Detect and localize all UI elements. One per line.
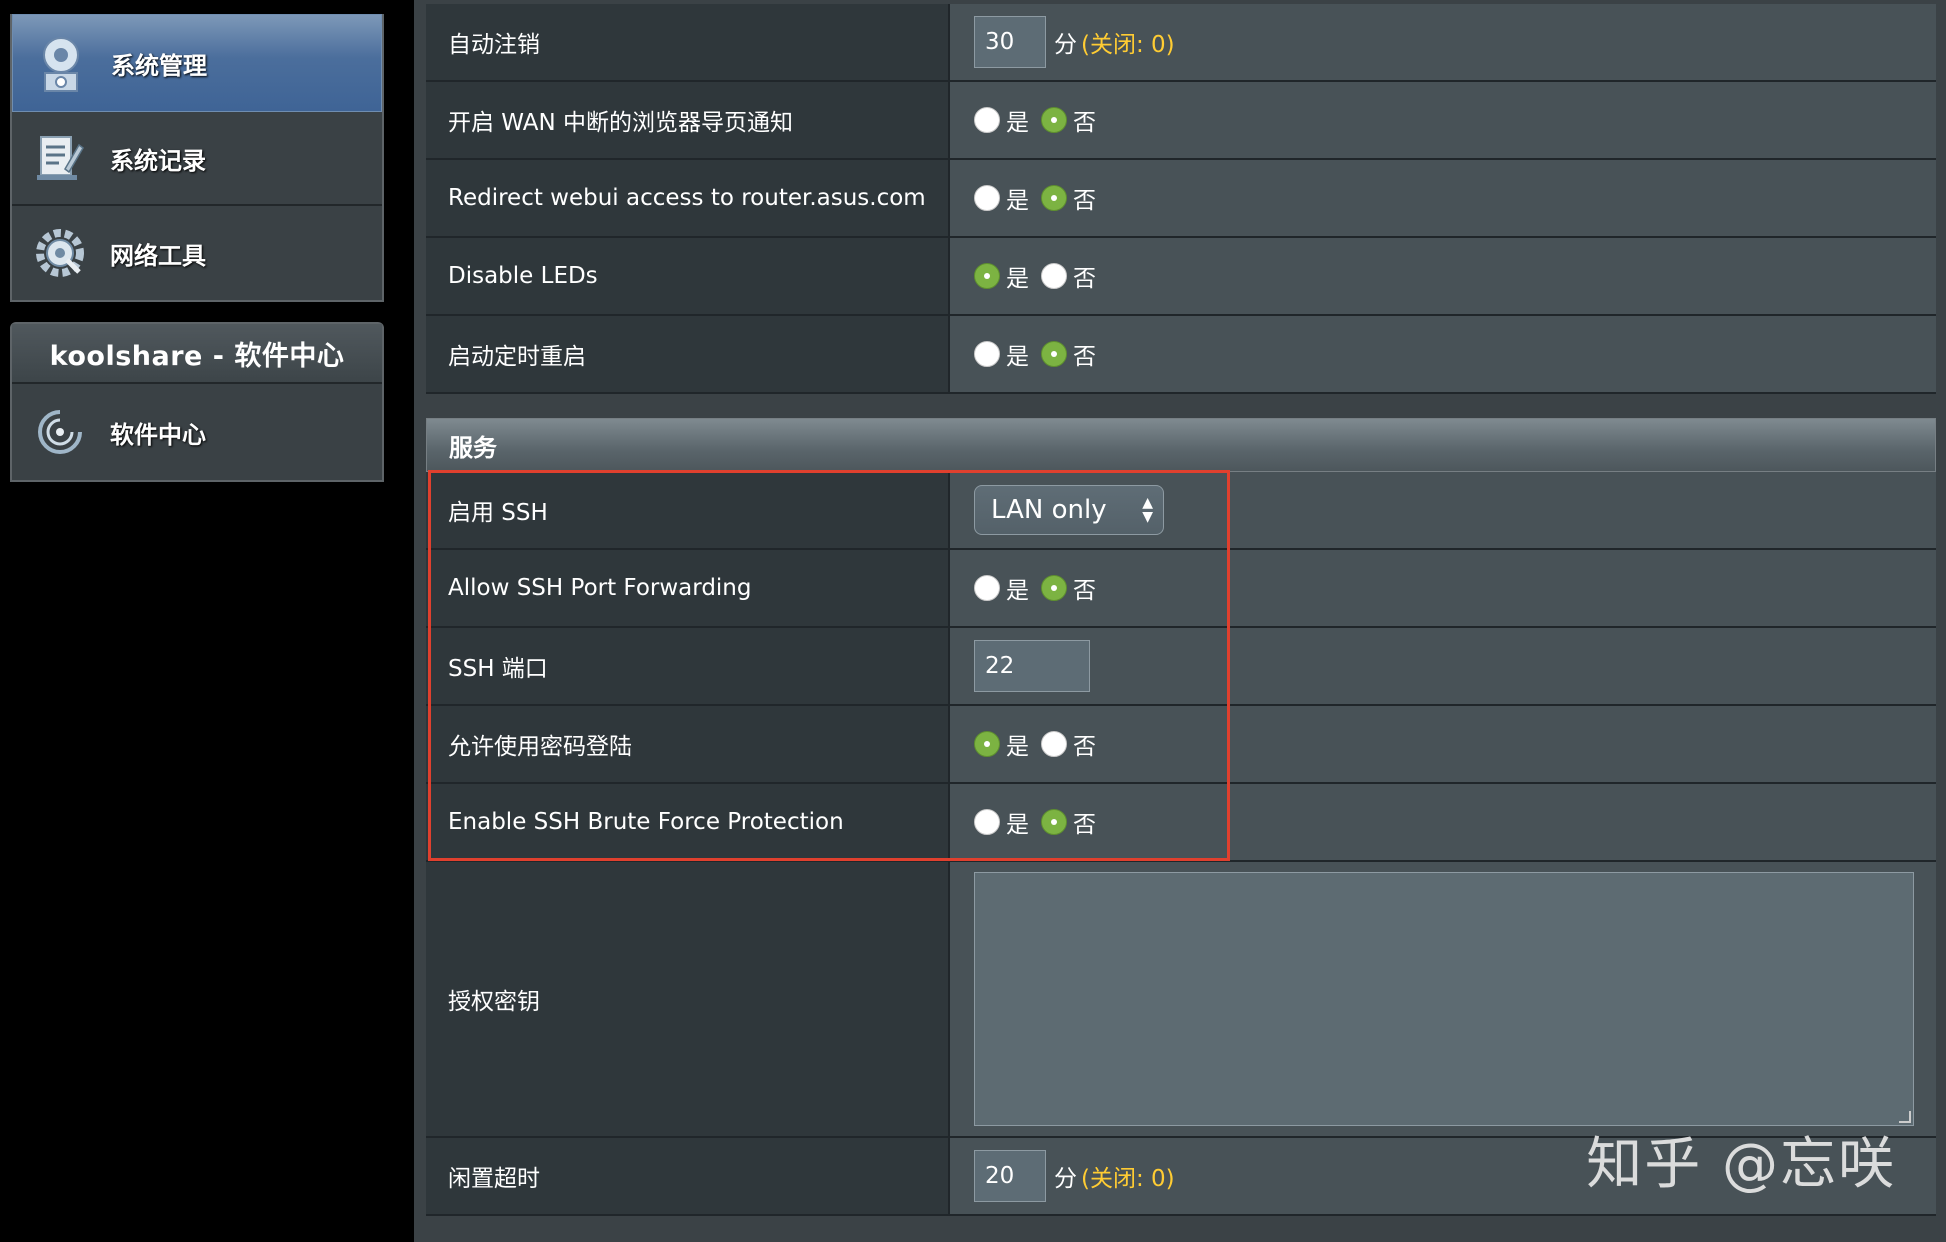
gear-user-icon [31,33,91,93]
idle-timeout-label: 闲置超时 [426,1138,950,1214]
idle-timeout-unit: 分 [1054,1166,1077,1192]
sidebar-item-label: 系统管理 [111,51,207,80]
sidebar-item-label: 软件中心 [110,420,206,449]
system-settings-table: 自动注销 30 分 (关闭: 0) 开启 WAN 中断的浏览器导页通知 是 否 … [426,4,1936,394]
auto-logout-input[interactable]: 30 [974,16,1046,68]
radio-label-yes: 是 [1006,110,1029,136]
row-scheduled-reboot: 启动定时重启 是 否 [426,316,1936,394]
auth-key-textarea[interactable] [974,872,1914,1126]
sidebar: 系统管理 系统记录 网络工具 koolshare - 软件中心 软件中心 [10,0,384,482]
brute-force-no-radio[interactable] [1041,809,1067,835]
redirect-no-radio[interactable] [1041,185,1067,211]
radio-label-no: 否 [1073,344,1096,370]
radio-label-no: 否 [1073,110,1096,136]
sidebar-item-network-tools[interactable]: 网络工具 [12,206,382,300]
koolshare-header: koolshare - 软件中心 [12,324,382,384]
ssh-port-label: SSH 端口 [426,628,950,704]
radio-label-yes: 是 [1006,578,1029,604]
wan-notify-label: 开启 WAN 中断的浏览器导页通知 [426,82,950,158]
sidebar-item-label: 系统记录 [110,146,206,175]
redirect-yes-radio[interactable] [974,185,1000,211]
services-table: 服务 启用 SSH LAN only ▲ ▼ Allow SSH Port For… [426,418,1936,1216]
scheduled-reboot-yes-radio[interactable] [974,341,1000,367]
brute-force-yes-radio[interactable] [974,809,1000,835]
radio-label-no: 否 [1073,578,1096,604]
ssh-port-forwarding-label: Allow SSH Port Forwarding [426,550,950,626]
row-brute-force: Enable SSH Brute Force Protection 是 否 [426,784,1936,862]
idle-timeout-note: (关闭: 0) [1081,1166,1175,1192]
log-icon [30,128,90,188]
row-redirect: Redirect webui access to router.asus.com… [426,160,1936,238]
radio-label-yes: 是 [1006,734,1029,760]
sidebar-item-system-log[interactable]: 系统记录 [12,112,382,206]
auto-logout-note: (关闭: 0) [1081,32,1175,58]
wan-notify-no-radio[interactable] [1041,107,1067,133]
brute-force-label: Enable SSH Brute Force Protection [426,784,950,860]
scheduled-reboot-label: 启动定时重启 [426,316,950,392]
auth-key-label: 授权密钥 [426,862,950,1136]
row-auto-logout: 自动注销 30 分 (关闭: 0) [426,4,1936,82]
password-login-yes-radio[interactable] [974,731,1000,757]
settings-panel: 自动注销 30 分 (关闭: 0) 开启 WAN 中断的浏览器导页通知 是 否 … [414,0,1946,1242]
enable-ssh-select[interactable]: LAN only ▲ ▼ [974,485,1164,535]
disable-leds-no-radio[interactable] [1041,263,1067,289]
sidebar-item-software-center[interactable]: 软件中心 [12,384,382,480]
menu-group-admin: 系统管理 系统记录 网络工具 [10,14,384,302]
password-login-label: 允许使用密码登陆 [426,706,950,782]
password-login-no-radio[interactable] [1041,731,1067,757]
radio-label-yes: 是 [1006,812,1029,838]
sidebar-item-label: 网络工具 [110,241,206,270]
watermark: 知乎 @忘咲 [1586,1132,1896,1197]
row-wan-notify: 开启 WAN 中断的浏览器导页通知 是 否 [426,82,1936,160]
row-password-login: 允许使用密码登陆 是 否 [426,706,1936,784]
koolshare-group: koolshare - 软件中心 软件中心 [10,322,384,482]
enable-ssh-selected-value: LAN only [991,495,1107,525]
scheduled-reboot-no-radio[interactable] [1041,341,1067,367]
ssh-port-forwarding-yes-radio[interactable] [974,575,1000,601]
radio-label-yes: 是 [1006,266,1029,292]
row-ssh-port-forwarding: Allow SSH Port Forwarding 是 否 [426,550,1936,628]
disable-leds-label: Disable LEDs [426,238,950,314]
radio-label-yes: 是 [1006,344,1029,370]
redirect-label: Redirect webui access to router.asus.com [426,160,950,236]
enable-ssh-label: 启用 SSH [426,472,950,548]
idle-timeout-input[interactable]: 20 [974,1150,1046,1202]
sidebar-item-administration[interactable]: 系统管理 [12,14,382,112]
software-center-icon [30,402,90,462]
select-arrows-icon: ▲ ▼ [1142,495,1153,525]
radio-label-no: 否 [1073,812,1096,838]
radio-label-no: 否 [1073,188,1096,214]
radio-label-no: 否 [1073,266,1096,292]
row-enable-ssh: 启用 SSH LAN only ▲ ▼ [426,472,1936,550]
services-section-header: 服务 [426,418,1936,472]
disable-leds-yes-radio[interactable] [974,263,1000,289]
row-auth-key: 授权密钥 [426,862,1936,1138]
auto-logout-unit: 分 [1054,32,1077,58]
network-tools-icon [30,223,90,283]
radio-label-yes: 是 [1006,188,1029,214]
radio-label-no: 否 [1073,734,1096,760]
wan-notify-yes-radio[interactable] [974,107,1000,133]
row-disable-leds: Disable LEDs 是 否 [426,238,1936,316]
ssh-port-input[interactable]: 22 [974,640,1090,692]
ssh-port-forwarding-no-radio[interactable] [1041,575,1067,601]
row-ssh-port: SSH 端口 22 [426,628,1936,706]
auto-logout-label: 自动注销 [426,4,950,80]
